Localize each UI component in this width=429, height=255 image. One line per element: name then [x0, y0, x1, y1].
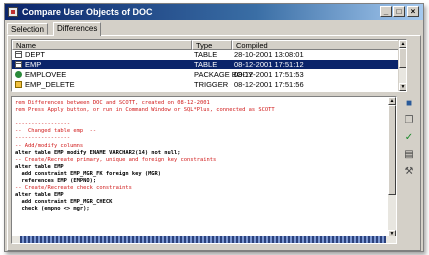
scroll-thumb[interactable] [399, 48, 406, 68]
tools-icon[interactable]: ⚒ [403, 166, 415, 178]
cell-name: DEPT [25, 50, 46, 59]
cell-name: EMP_DELETE [25, 80, 75, 89]
column-header-compiled[interactable]: Compiled [232, 40, 400, 50]
cell-name: EMPLOVEE [25, 70, 67, 79]
side-toolbar: ■ ❐ ✓ ▤ ⚒ [401, 98, 417, 218]
app-icon [8, 7, 18, 17]
script-line[interactable]: alter table EMP [15, 192, 386, 199]
scroll-down-icon[interactable]: ▼ [399, 83, 406, 91]
script-line[interactable]: -- Changed table emp -- [15, 128, 386, 135]
cell-compiled: 08-12-2001 17:51:12 [234, 60, 304, 69]
scroll-up-icon[interactable]: ▲ [388, 97, 396, 105]
column-header-type[interactable]: Type [192, 40, 232, 50]
window-title: Compare User Objects of DOC [22, 7, 153, 17]
sql-script-editor[interactable]: rem Differences between DOC and SCOTT, c… [11, 96, 397, 244]
script-line[interactable]: rem Press Apply button, or run in Comman… [15, 107, 386, 114]
title-bar[interactable]: Compare User Objects of DOC _ □ × [5, 4, 423, 20]
script-line[interactable]: alter table EMP [15, 164, 386, 171]
editor-horizontal-scrollbar[interactable] [12, 236, 396, 243]
cell-type: TRIGGER [194, 80, 229, 89]
script-line[interactable]: check (empno <> mgr); [15, 206, 386, 213]
script-text[interactable]: rem Differences between DOC and SCOTT, c… [15, 100, 386, 214]
list-row-emp-delete[interactable]: EMP_DELETE TRIGGER 08-12-2001 17:51:56 [12, 80, 406, 89]
cell-compiled: 08-12-2001 17:51:53 [234, 70, 304, 79]
script-line[interactable]: add constraint EMP_MGR_FK foreign key (M… [15, 171, 386, 178]
script-line[interactable]: alter table EMP modify ENAME VARCHAR2(14… [15, 150, 386, 157]
maximize-button[interactable]: □ [393, 6, 405, 17]
script-line[interactable] [15, 114, 386, 121]
script-line[interactable]: references EMP (EMPNO); [15, 178, 386, 185]
trigger-icon [15, 81, 22, 88]
script-line[interactable]: -- Create/Recreate check constraints [15, 185, 386, 192]
copy-icon[interactable]: ❐ [403, 115, 415, 127]
save-icon[interactable]: ■ [403, 98, 415, 110]
script-line[interactable]: ----------------- [15, 121, 386, 128]
script-line[interactable]: -- Create/Recreate primary, unique and f… [15, 157, 386, 164]
editor-vertical-scrollbar[interactable]: ▲ ▼ [388, 97, 396, 238]
compare-icon[interactable]: ▤ [403, 149, 415, 161]
script-line[interactable]: rem Differences between DOC and SCOTT, c… [15, 100, 386, 107]
list-row-emp[interactable]: EMP TABLE 08-12-2001 17:51:12 [12, 60, 406, 69]
tab-selection[interactable]: Selection [7, 23, 48, 35]
script-line[interactable]: ----------------- [15, 135, 386, 142]
table-icon [15, 51, 22, 58]
list-row-emplovee[interactable]: EMPLOVEE PACKAGE BODY 08-12-2001 17:51:53 [12, 70, 406, 79]
cell-type: TABLE [194, 50, 218, 59]
tab-differences[interactable]: Differences [53, 22, 102, 36]
table-icon [15, 61, 22, 68]
compare-window: Compare User Objects of DOC _ □ × Select… [4, 3, 424, 252]
cell-compiled: 08-12-2001 17:51:56 [234, 80, 304, 89]
package-body-icon [15, 71, 22, 78]
cell-type: TABLE [194, 60, 218, 69]
script-line[interactable]: add constraint EMP_MGR_CHECK [15, 199, 386, 206]
scroll-thumb[interactable] [388, 105, 396, 195]
close-button[interactable]: × [407, 6, 419, 17]
list-scrollbar[interactable]: ▲ ▼ [398, 40, 406, 91]
cell-name: EMP [25, 60, 42, 69]
minimize-button[interactable]: _ [380, 6, 392, 17]
apply-check-icon[interactable]: ✓ [403, 132, 415, 144]
column-header-name[interactable]: Name [12, 40, 192, 50]
list-row-dept[interactable]: DEPT TABLE 28-10-2001 13:08:01 [12, 50, 406, 59]
objects-list: Name Type Compiled DEPT TABLE 28-10-2001 1… [11, 39, 407, 92]
cell-compiled: 28-10-2001 13:08:01 [234, 50, 304, 59]
list-header: Name Type Compiled [12, 40, 406, 50]
script-line[interactable]: -- Add/modify columns [15, 143, 386, 150]
scroll-up-icon[interactable]: ▲ [399, 40, 406, 48]
hscroll-thumb[interactable] [20, 236, 386, 243]
